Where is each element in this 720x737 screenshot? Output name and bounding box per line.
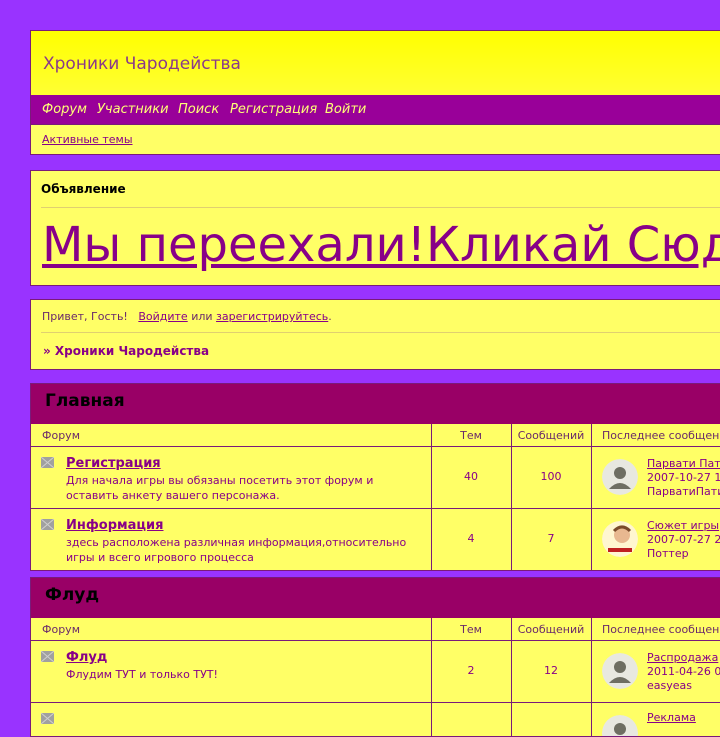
site-title[interactable]: Хроники Чародейства xyxy=(43,54,241,74)
site-header: Хроники Чародейства Форум Участники Поис… xyxy=(30,30,720,155)
last-post-author[interactable]: ПарватиПатил xyxy=(647,485,720,498)
last-post-title[interactable]: Распродажа xyxy=(647,651,718,664)
default-avatar-icon[interactable] xyxy=(602,459,638,495)
section-title[interactable]: Главная xyxy=(45,391,125,411)
forum-row: Информация здесь расположена различная и… xyxy=(31,509,720,570)
last-post-title[interactable]: Реклама xyxy=(647,711,696,724)
greeting-text: Привет, Гость! xyxy=(42,310,128,323)
forum-title-link[interactable]: Флуд xyxy=(66,650,107,665)
announcement-heading: Объявление xyxy=(41,182,126,196)
last-post-date: 2007-10-27 1 xyxy=(647,471,720,484)
nav-forum[interactable]: Форум xyxy=(42,102,87,117)
section-header: Главная xyxy=(31,384,720,424)
forum-section-flood: Флуд Форум Тем Сообщений Последнее сообщ… xyxy=(30,577,720,737)
nav-login[interactable]: Войти xyxy=(325,102,366,117)
posts-count: 7 xyxy=(547,532,555,545)
last-post-author[interactable]: easyeas xyxy=(647,679,692,692)
nav-register[interactable]: Регистрация xyxy=(230,102,317,117)
divider xyxy=(41,332,720,333)
nav-search[interactable]: Поиск xyxy=(178,102,219,117)
last-post-title[interactable]: Сюжет игры xyxy=(647,519,719,532)
user-avatar-icon[interactable] xyxy=(602,521,638,557)
breadcrumb[interactable]: » Хроники Чародейства xyxy=(43,344,209,358)
register-link[interactable]: зарегистрируйтесь xyxy=(216,310,328,323)
forum-row: Флуд Флудим ТУТ и только ТУТ! 2 12 Распр… xyxy=(31,641,720,703)
announcement-link[interactable]: Мы переехали!Кликай Сюда xyxy=(42,217,720,273)
last-post-date: 2007-07-27 2 xyxy=(647,533,720,546)
posts-count: 100 xyxy=(540,470,562,483)
forum-title-link[interactable]: Регистрация xyxy=(66,456,161,471)
welcome-panel: Привет, Гость! Войдите или зарегистрируй… xyxy=(30,299,720,370)
forum-row: Реклама xyxy=(31,703,720,737)
topics-count: 2 xyxy=(467,664,475,677)
main-nav: Форум Участники Поиск Регистрация Войти xyxy=(31,95,720,124)
last-post-title[interactable]: Парвати Патил xyxy=(647,457,720,470)
forum-read-icon xyxy=(41,713,54,724)
default-avatar-icon[interactable] xyxy=(602,715,638,737)
forum-description: Для начала игры вы обязаны посетить этот… xyxy=(66,474,374,502)
forum-read-icon xyxy=(41,457,54,468)
section-header: Флуд xyxy=(31,578,720,618)
divider xyxy=(41,207,720,208)
forum-row: Регистрация Для начала игры вы обязаны п… xyxy=(31,447,720,509)
or-text: или xyxy=(191,310,213,323)
title-bar: Хроники Чародейства xyxy=(31,31,720,95)
login-link[interactable]: Войдите xyxy=(138,310,187,323)
announcement-panel: Объявление Мы переехали!Кликай Сюда xyxy=(30,170,720,286)
topics-count: 40 xyxy=(464,470,478,483)
forum-read-icon xyxy=(41,651,54,662)
period-text: . xyxy=(328,310,332,323)
sub-nav: Активные темы xyxy=(31,124,720,154)
forum-read-icon xyxy=(41,519,54,530)
forum-description: Флудим ТУТ и только ТУТ! xyxy=(66,668,218,681)
forum-description: здесь расположена различная информация,о… xyxy=(66,536,407,564)
topics-count: 4 xyxy=(467,532,475,545)
last-post-author[interactable]: Поттер xyxy=(647,547,689,560)
default-avatar-icon[interactable] xyxy=(602,653,638,689)
forum-section-main: Главная Форум Тем Сообщений Последнее со… xyxy=(30,383,720,571)
active-topics-link[interactable]: Активные темы xyxy=(42,133,133,146)
welcome-line: Привет, Гость! Войдите или зарегистрируй… xyxy=(42,310,332,323)
posts-count: 12 xyxy=(544,664,558,677)
forum-title-link[interactable]: Информация xyxy=(66,518,164,533)
last-post-date: 2011-04-26 0 xyxy=(647,665,720,678)
nav-members[interactable]: Участники xyxy=(97,102,169,117)
section-title[interactable]: Флуд xyxy=(45,585,99,605)
